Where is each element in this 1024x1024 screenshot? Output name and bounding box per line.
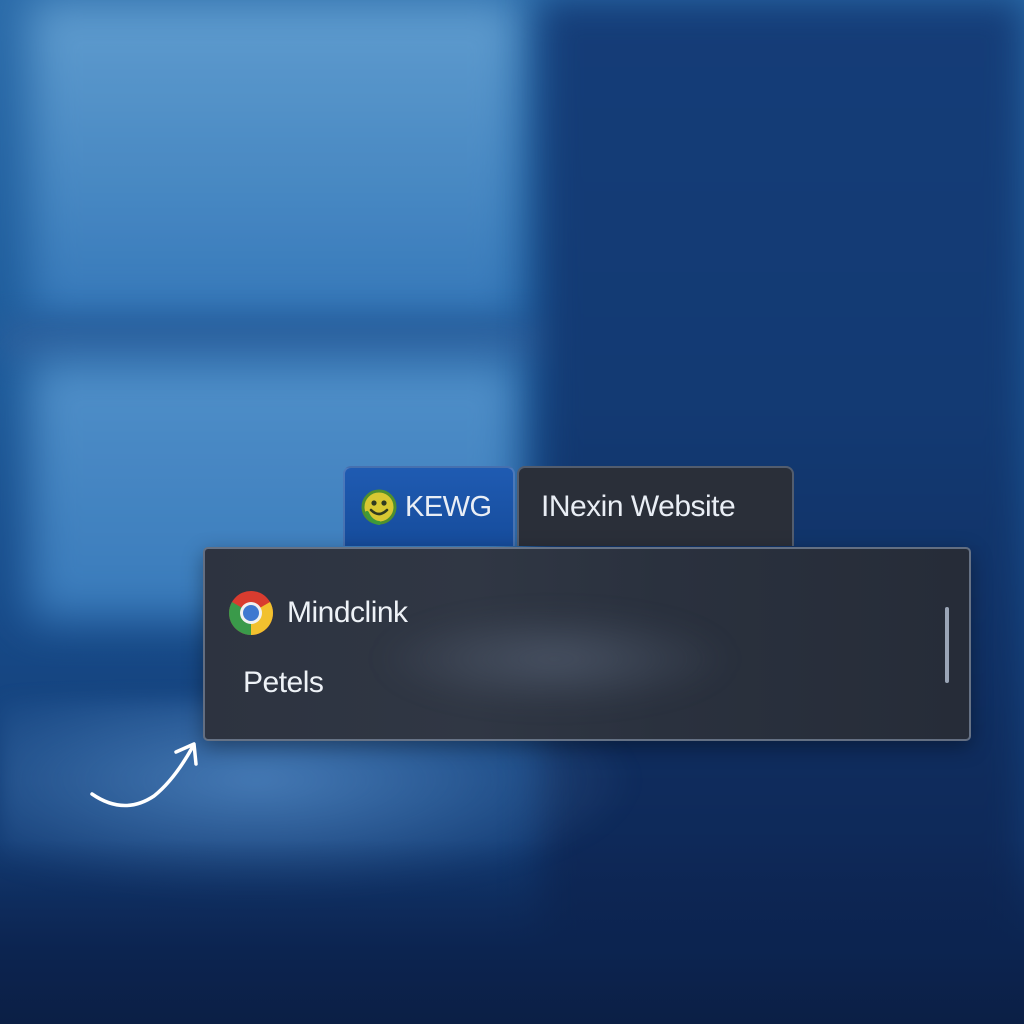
curved-arrow-icon bbox=[90, 742, 198, 808]
window-pane-blur bbox=[30, 0, 520, 320]
background-vignette bbox=[0, 840, 1024, 1024]
desktop-background: KEWG INexin Website Mindclink Petels bbox=[0, 0, 1024, 1024]
smiley-face-icon bbox=[361, 489, 397, 525]
suggestion-label: Petels bbox=[243, 666, 324, 699]
tab-label: KEWG bbox=[405, 490, 492, 523]
suggestion-item-petels[interactable]: Petels bbox=[243, 666, 324, 700]
window-frame-blur bbox=[0, 320, 560, 360]
tab-label: INexin Website bbox=[541, 490, 736, 523]
suggestion-dropdown: Mindclink Petels bbox=[203, 547, 971, 741]
panel-sheen bbox=[375, 609, 735, 709]
tab-kewg[interactable]: KEWG bbox=[343, 466, 515, 546]
dropdown-scrollbar[interactable] bbox=[945, 607, 949, 683]
suggestion-label: Mindclink bbox=[287, 596, 408, 629]
suggestion-item-mindclink[interactable]: Mindclink bbox=[227, 589, 408, 637]
chrome-icon bbox=[227, 589, 275, 637]
tab-inexin-website[interactable]: INexin Website bbox=[517, 466, 794, 546]
